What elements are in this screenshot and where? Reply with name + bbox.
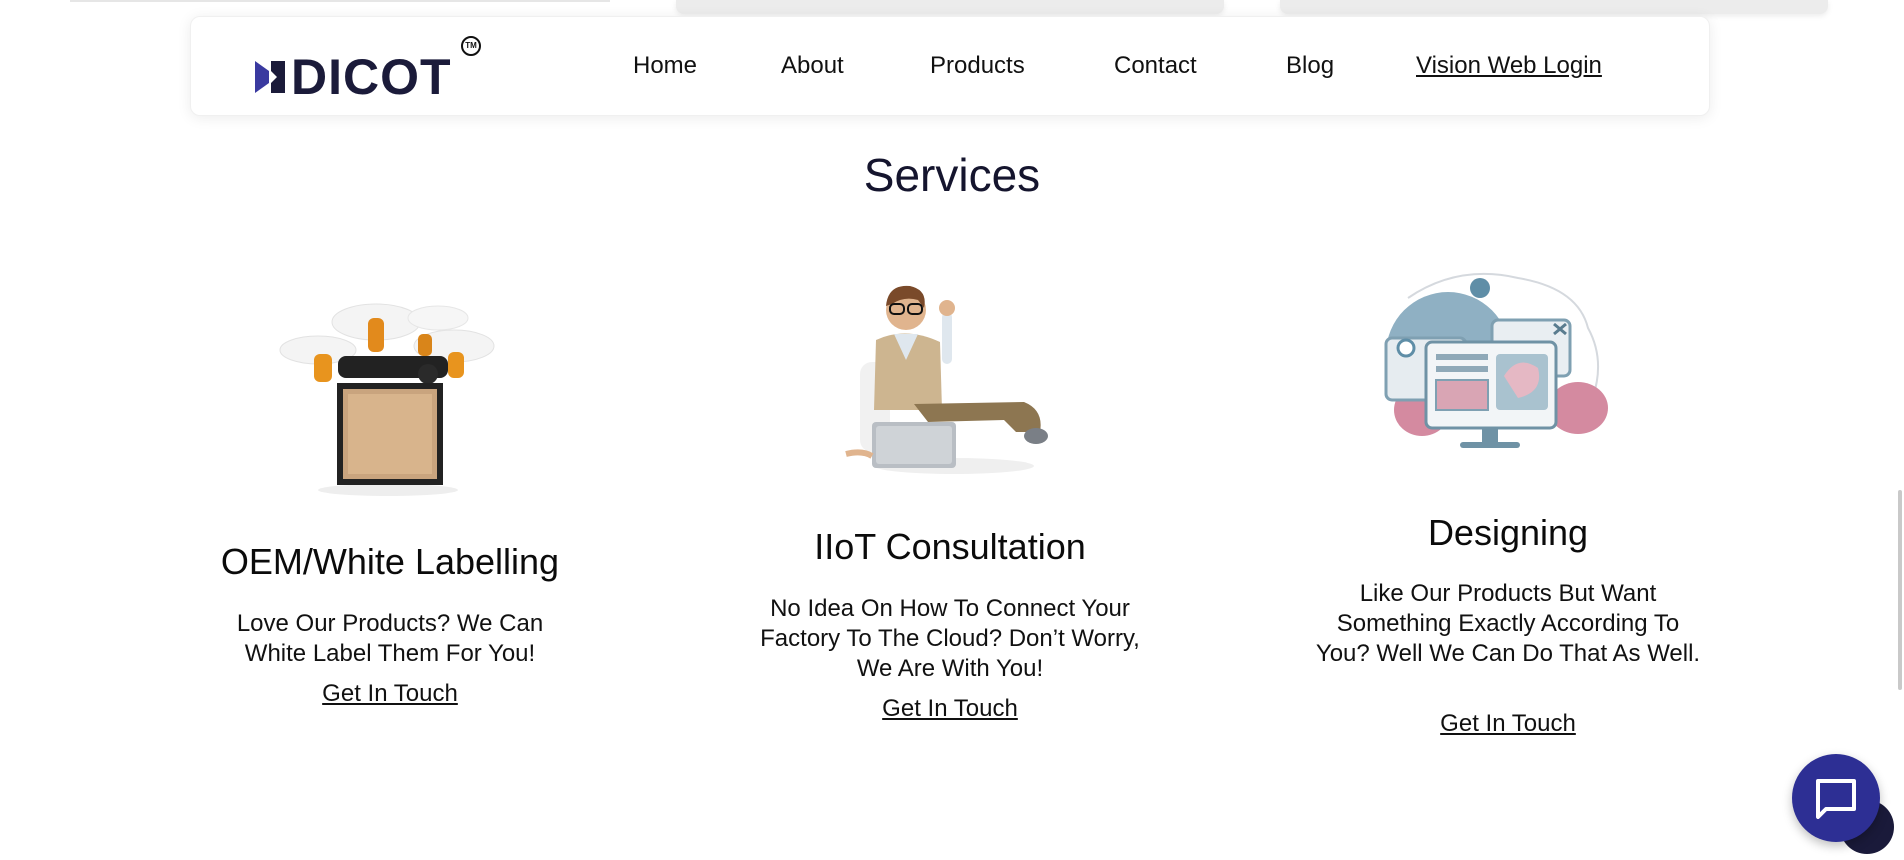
nav-vision-web-login[interactable]: Vision Web Login bbox=[1416, 51, 1602, 81]
design-screens-icon bbox=[1378, 268, 1614, 454]
service-description-iiot: No Idea On How To Connect Your Factory T… bbox=[760, 595, 1140, 682]
nav-blog[interactable]: Blog bbox=[1286, 51, 1334, 81]
navbar: DICOT TM Home About Products Contact Blo… bbox=[190, 16, 1710, 116]
consultant-laptop-icon bbox=[844, 282, 1056, 480]
service-description-designing: Like Our Products But Want Something Exa… bbox=[1315, 580, 1701, 667]
background-divider bbox=[70, 0, 610, 2]
services-heading: Services bbox=[863, 149, 1041, 201]
chat-bubble-icon bbox=[1816, 779, 1856, 819]
page-scrollbar[interactable] bbox=[1898, 490, 1902, 690]
nav-contact[interactable]: Contact bbox=[1114, 51, 1197, 81]
background-card bbox=[676, 0, 1224, 14]
get-in-touch-link-iiot[interactable]: Get In Touch bbox=[850, 694, 1050, 724]
service-description-oem: Love Our Products? We Can White Label Th… bbox=[236, 610, 544, 667]
get-in-touch-link-oem[interactable]: Get In Touch bbox=[290, 679, 490, 709]
drone-delivery-icon bbox=[278, 290, 500, 500]
nav-home[interactable]: Home bbox=[633, 51, 697, 81]
nav-products[interactable]: Products bbox=[930, 51, 1025, 81]
service-title-designing: Designing bbox=[1427, 512, 1589, 553]
service-title-iiot: IIoT Consultation bbox=[814, 526, 1086, 567]
logo-mark-icon bbox=[255, 61, 285, 93]
chat-button[interactable] bbox=[1792, 754, 1880, 842]
get-in-touch-link-designing[interactable]: Get In Touch bbox=[1408, 709, 1608, 739]
background-card bbox=[1280, 0, 1828, 14]
nav-about[interactable]: About bbox=[781, 51, 844, 81]
service-title-oem: OEM/White Labelling bbox=[220, 541, 560, 582]
brand-name: DICOT bbox=[291, 49, 452, 105]
trademark-symbol: TM bbox=[461, 36, 481, 56]
brand-logo[interactable]: DICOT bbox=[253, 47, 452, 107]
